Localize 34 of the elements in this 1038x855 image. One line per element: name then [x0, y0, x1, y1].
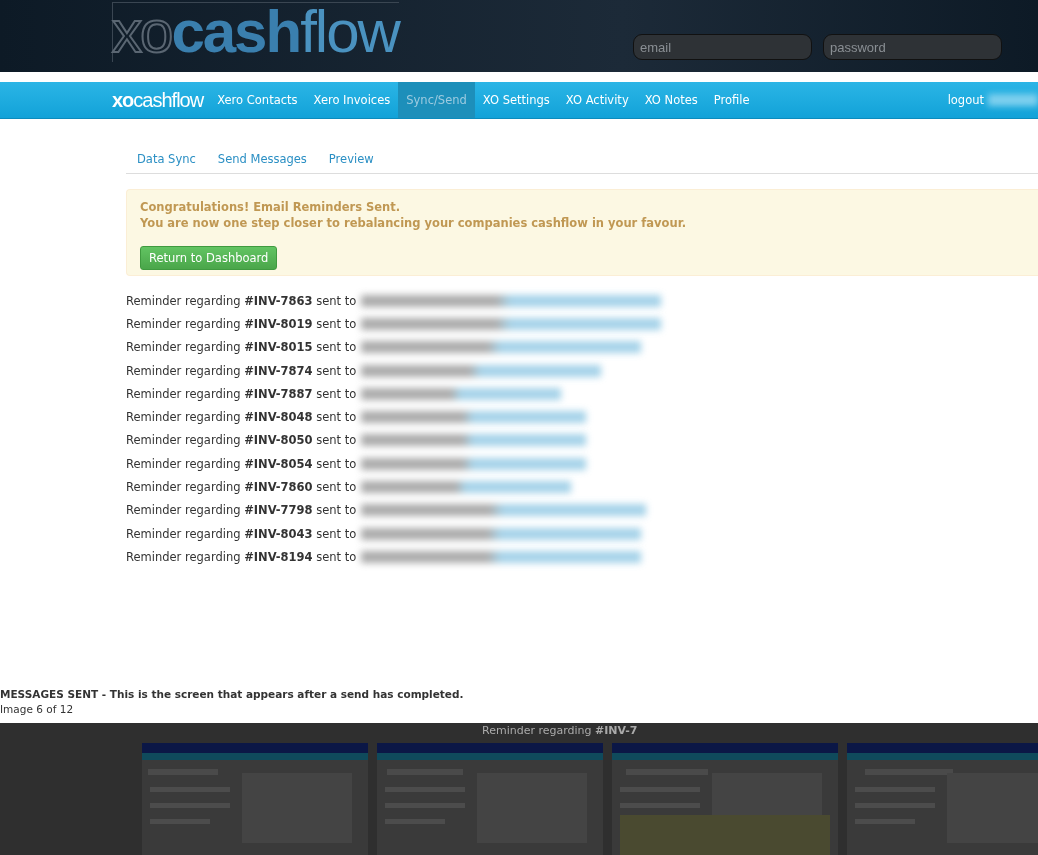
reminder-line: Reminder regarding #INV-8048 sent to [126, 410, 357, 425]
sub-tab[interactable]: Preview [317, 152, 385, 173]
sub-tab[interactable]: Data Sync [126, 152, 207, 173]
reminder-line: Reminder regarding #INV-7798 sent to [126, 503, 357, 518]
nav-tab[interactable]: Xero Invoices [305, 82, 399, 118]
nav-tab[interactable]: Profile [705, 82, 758, 118]
email-field[interactable]: email [633, 34, 812, 60]
reminder-line: Reminder regarding #INV-7874 sent to [126, 363, 357, 378]
reminder-line: Reminder regarding #INV-7 [482, 724, 638, 737]
alert-message: You are now one step closer to rebalancing your companies cashflow in your favour. [140, 215, 688, 231]
logout-link[interactable]: logout [947, 93, 984, 107]
reminder-line: Reminder regarding #INV-7863 sent to [126, 293, 357, 308]
nav-tab[interactable]: Xero Contacts [209, 82, 306, 118]
redacted-text [988, 94, 1038, 106]
nav-tab[interactable]: XO Notes [636, 82, 706, 118]
return-to-dashboard-button[interactable]: Return to Dashboard [140, 246, 278, 270]
nav-tab[interactable]: XO Settings [474, 82, 558, 118]
alert-title: Congratulations! Email Reminders Sent. [140, 199, 402, 215]
caption-title: MESSAGES SENT - This is the screen that appears after a send has completed. [0, 687, 464, 702]
reminder-line: Reminder regarding #INV-8050 sent to [126, 433, 357, 448]
reminder-line: Reminder regarding #INV-7860 sent to [126, 480, 357, 494]
reminder-line: Reminder regarding #INV-8019 sent to [126, 316, 357, 331]
nav-tab[interactable]: XO Activity [557, 82, 637, 118]
sub-tab[interactable]: Send Messages [206, 152, 318, 173]
reminder-line: Reminder regarding #INV-8043 sent to [126, 526, 357, 541]
reminder-line: Reminder regarding #INV-8054 sent to [126, 456, 357, 471]
reminder-line: Reminder regarding #INV-8194 sent to [126, 549, 357, 564]
image-counter: Image 6 of 12 [0, 703, 74, 715]
logo[interactable]: xocashflow [112, 88, 204, 112]
reminder-line: Reminder regarding #INV-7887 sent to [126, 386, 357, 401]
password-field[interactable]: password [823, 34, 1002, 60]
reminder-line: Reminder regarding #INV-8015 sent to [126, 340, 357, 355]
nav-tab[interactable]: Sync/Send [398, 82, 475, 118]
logo[interactable]: xocashflow [112, 2, 399, 62]
